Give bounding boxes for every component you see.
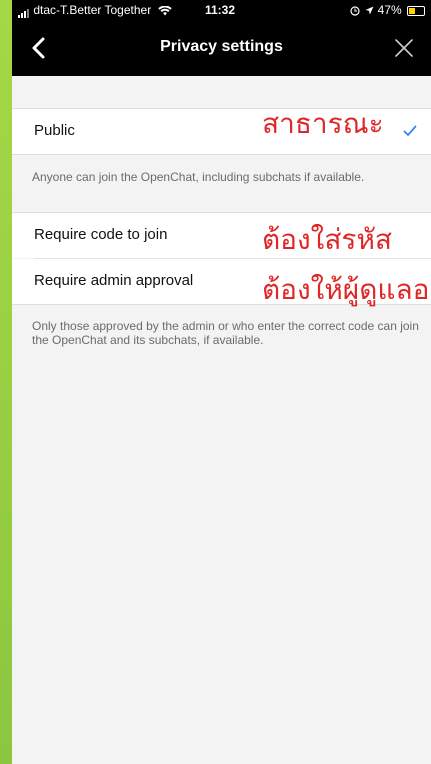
- page-title: Privacy settings: [160, 38, 283, 55]
- location-icon: [365, 6, 374, 15]
- phone-screen: dtac-T.Better Together 11:32 47% Privacy: [12, 0, 431, 764]
- nav-bar: Privacy settings: [12, 20, 431, 76]
- close-icon[interactable]: [391, 35, 417, 61]
- option-code-label: Require code to join: [34, 226, 168, 243]
- public-description: Anyone can join the OpenChat, including …: [32, 170, 365, 184]
- status-left: dtac-T.Better Together: [18, 3, 172, 18]
- status-right: 47%: [350, 3, 425, 17]
- option-approval-label: Require admin approval: [34, 272, 194, 289]
- checkmark-icon: [403, 125, 417, 136]
- restricted-description: Only those approved by the admin or who …: [32, 319, 419, 347]
- option-public-label: Public: [34, 122, 75, 139]
- battery-percent: 47%: [377, 3, 402, 17]
- battery-icon: [407, 5, 425, 16]
- alarm-icon: [350, 6, 360, 16]
- annotation-public: สาธารณะ: [262, 107, 384, 140]
- wifi-icon: [157, 5, 172, 16]
- annotation-code: ต้องใส่รหัส: [262, 223, 393, 256]
- status-bar: dtac-T.Better Together 11:32 47%: [12, 0, 431, 20]
- background-green-strip: [0, 0, 12, 764]
- annotation-approval: ต้องให้ผู้ดูแลอ: [262, 273, 430, 306]
- signal-icon: [18, 4, 30, 18]
- status-time: 11:32: [205, 3, 236, 17]
- carrier-name: dtac-T.Better Together: [33, 3, 152, 17]
